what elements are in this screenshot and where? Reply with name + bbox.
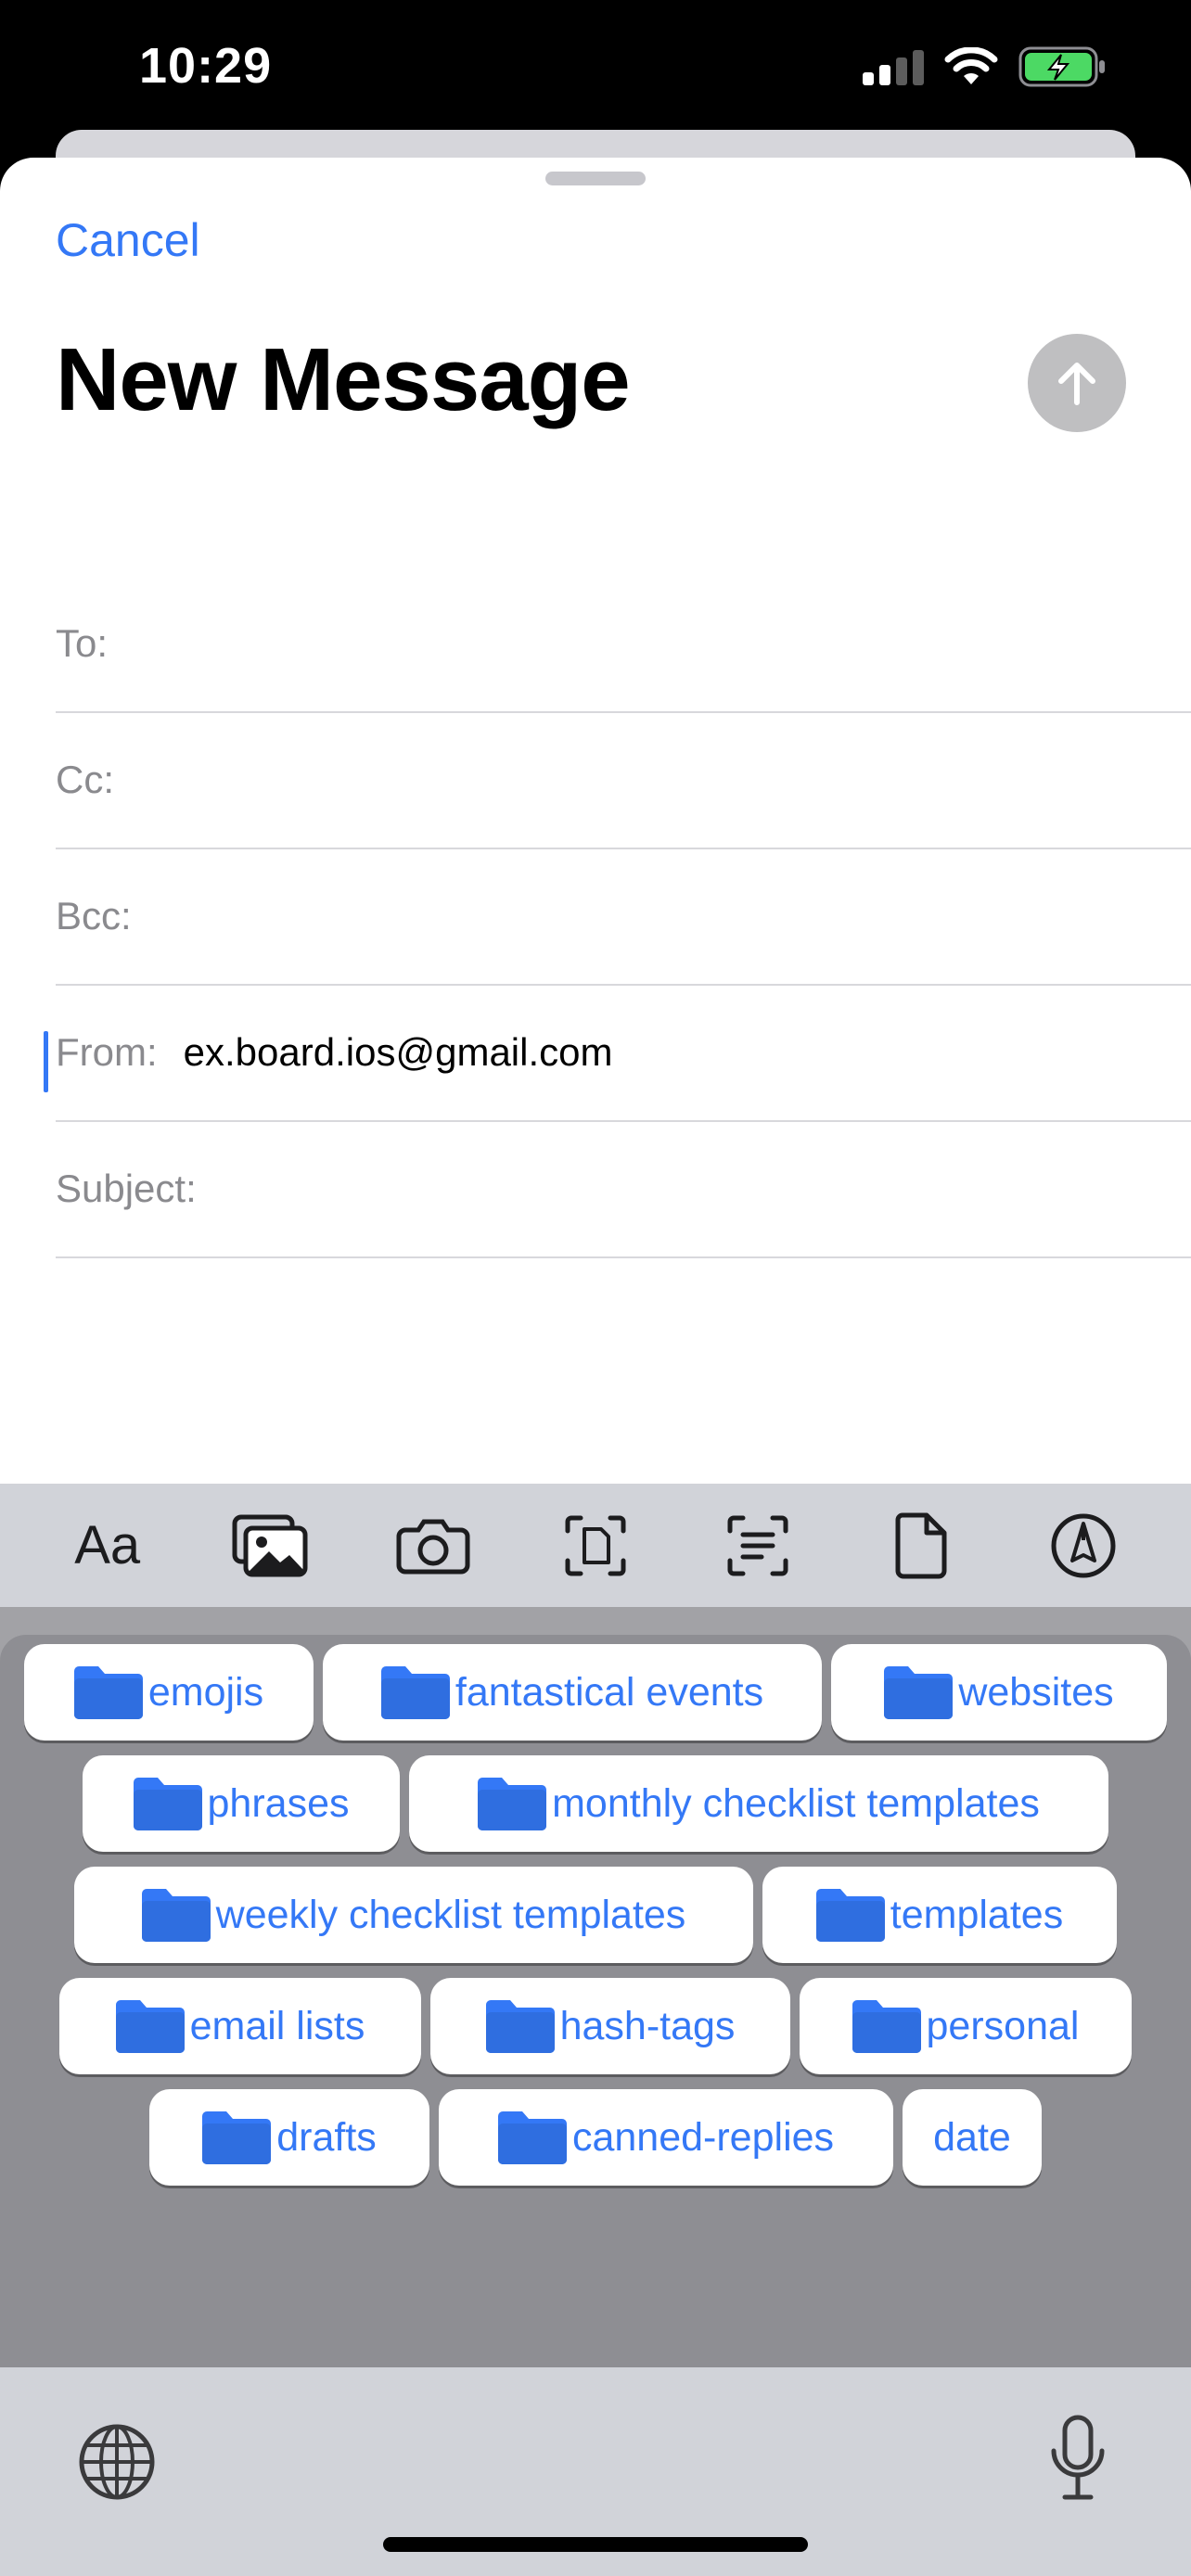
folder-icon — [478, 1777, 547, 1830]
globe-button[interactable] — [78, 2423, 156, 2506]
arrow-up-icon — [1058, 363, 1095, 405]
format-button[interactable]: Aa — [57, 1495, 159, 1597]
chip-row: emojis fantastical events websites — [0, 1644, 1191, 1742]
folder-chip-drafts[interactable]: drafts — [149, 2089, 429, 2186]
folder-icon — [884, 1665, 954, 1719]
folder-label: websites — [958, 1669, 1114, 1715]
chip-row: weekly checklist templates templates — [0, 1867, 1191, 1965]
folder-chip-phrases[interactable]: phrases — [83, 1755, 400, 1852]
date-label: date — [933, 2114, 1011, 2160]
chip-row: email lists hash-tags personal — [0, 1978, 1191, 2076]
folder-icon — [133, 1777, 202, 1830]
folder-label: email lists — [189, 2003, 365, 2048]
folder-chip-hash-tags[interactable]: hash-tags — [430, 1978, 790, 2074]
folder-icon — [815, 1888, 885, 1942]
date-chip[interactable]: date — [903, 2089, 1042, 2186]
folder-label: personal — [926, 2003, 1080, 2048]
microphone-icon — [1051, 2415, 1105, 2500]
dictation-button[interactable] — [1048, 2414, 1108, 2507]
folder-icon — [485, 1999, 555, 2053]
photo-library-icon — [232, 1514, 308, 1576]
bcc-label: Bcc: — [56, 893, 132, 937]
compose-toolbar: Aa — [0, 1484, 1191, 1607]
folder-label: hash-tags — [559, 2003, 736, 2048]
folder-chip-emojis[interactable]: emojis — [24, 1644, 314, 1741]
status-time: 10:29 — [139, 38, 273, 94]
folder-icon — [497, 2111, 567, 2164]
cc-field[interactable]: Cc: — [56, 711, 1191, 849]
folder-icon — [380, 1665, 450, 1719]
folder-chip-templates[interactable]: templates — [762, 1867, 1117, 1963]
folder-icon — [73, 1665, 143, 1719]
bcc-field[interactable]: Bcc: — [56, 848, 1191, 986]
globe-icon — [79, 2424, 155, 2500]
folder-chip-monthly-checklist-templates[interactable]: monthly checklist templates — [409, 1755, 1108, 1852]
attach-file-button[interactable] — [870, 1495, 972, 1597]
subject-label: Subject: — [56, 1166, 197, 1210]
text-cursor — [44, 1031, 48, 1092]
status-bar: 10:29 — [0, 0, 1191, 139]
cellular-signal-icon — [863, 48, 924, 90]
sheet-grabber[interactable] — [545, 172, 646, 185]
markup-icon — [1051, 1513, 1116, 1577]
cc-label: Cc: — [56, 757, 114, 801]
to-field[interactable]: To: — [56, 575, 1191, 713]
folder-chip-fantastical-events[interactable]: fantastical events — [323, 1644, 822, 1741]
markup-button[interactable] — [1032, 1495, 1134, 1597]
chip-row: phrases monthly checklist templates — [0, 1755, 1191, 1854]
folder-label: fantastical events — [455, 1669, 764, 1715]
folders-panel: emojis fantastical events websites phras… — [0, 1635, 1191, 2367]
camera-icon — [396, 1519, 470, 1574]
folder-icon — [141, 1888, 211, 1942]
folder-label: templates — [890, 1892, 1064, 1937]
send-button[interactable] — [1028, 334, 1126, 432]
folder-chip-personal[interactable]: personal — [800, 1978, 1132, 2074]
folder-label: canned-replies — [571, 2114, 835, 2160]
scan-document-button[interactable] — [544, 1495, 647, 1597]
battery-charging-icon — [1018, 46, 1108, 92]
folder-label: monthly checklist templates — [552, 1780, 1040, 1826]
status-icons — [863, 46, 1108, 92]
compose-sheet: Cancel New Message To: Cc: Bcc: From: ex… — [0, 158, 1191, 1484]
folder-label: emojis — [147, 1669, 264, 1715]
folder-chip-websites[interactable]: websites — [831, 1644, 1167, 1741]
folder-icon — [852, 1999, 921, 2053]
from-value: ex.board.ios@gmail.com — [183, 1029, 613, 1074]
folder-label: weekly checklist templates — [215, 1892, 686, 1937]
home-indicator[interactable] — [383, 2537, 808, 2552]
folder-icon — [115, 1999, 185, 2053]
keyboard-extension: emojis fantastical events websites phras… — [0, 1607, 1191, 2367]
folder-icon — [202, 2111, 272, 2164]
camera-button[interactable] — [382, 1495, 484, 1597]
chip-row: drafts canned-replies date — [0, 2089, 1191, 2187]
cancel-button[interactable]: Cancel — [56, 213, 200, 267]
from-label: From: — [56, 1029, 158, 1074]
folder-label: drafts — [276, 2114, 377, 2160]
scan-text-icon — [727, 1515, 788, 1575]
keyboard-bottom-bar — [0, 2367, 1191, 2576]
page-title: New Message — [56, 330, 631, 429]
to-label: To: — [56, 620, 109, 665]
from-field[interactable]: From: ex.board.ios@gmail.com — [56, 984, 1191, 1122]
folder-chip-email-lists[interactable]: email lists — [59, 1978, 421, 2074]
wifi-icon — [944, 46, 998, 91]
folder-label: phrases — [207, 1780, 350, 1826]
subject-field[interactable]: Subject: — [56, 1120, 1191, 1258]
photo-library-button[interactable] — [219, 1495, 321, 1597]
scan-text-button[interactable] — [707, 1495, 809, 1597]
folder-chip-weekly-checklist-templates[interactable]: weekly checklist templates — [74, 1867, 753, 1963]
folder-chip-canned-replies[interactable]: canned-replies — [439, 2089, 893, 2186]
attach-file-icon — [895, 1512, 947, 1578]
scan-document-icon — [565, 1515, 626, 1575]
